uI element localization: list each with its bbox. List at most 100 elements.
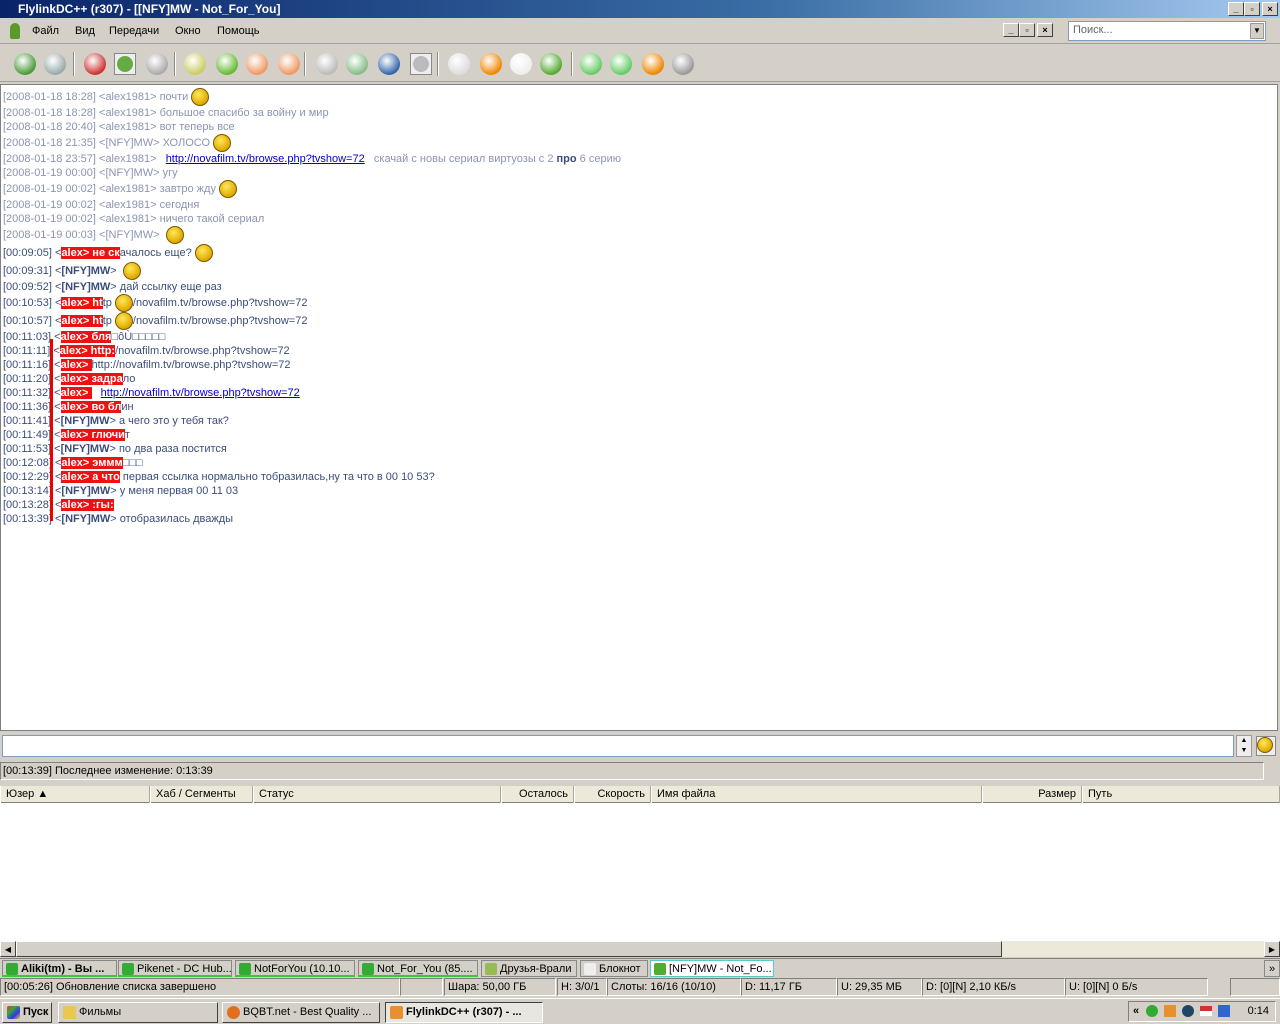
queue-icon[interactable] xyxy=(184,53,206,75)
chat-text: 6 серию xyxy=(576,153,621,165)
follow-redirect-icon[interactable] xyxy=(44,53,66,75)
sound-icon[interactable] xyxy=(672,53,694,75)
scroll-left-arrow[interactable]: ◀ xyxy=(0,941,16,957)
chat-text: [2008-01-18 20:40] <alex1981> вот теперь… xyxy=(3,121,235,133)
flylink-icon[interactable] xyxy=(642,53,664,75)
network-stats-icon[interactable] xyxy=(480,53,502,75)
limiter-80-icon[interactable] xyxy=(610,53,632,75)
chat-text: [00:09:31] < xyxy=(3,264,62,277)
column-speed[interactable]: Скорость xyxy=(574,786,651,803)
monitor-icon[interactable] xyxy=(1218,1005,1231,1018)
column-size[interactable]: Размер xyxy=(982,786,1082,803)
menu-help[interactable]: Помощь xyxy=(217,25,260,37)
search-spy-icon[interactable] xyxy=(378,53,400,75)
column-user[interactable]: Юзер ▲ xyxy=(0,786,150,803)
chat-line: [2008-01-19 00:02] <alex1981> завтро жду xyxy=(3,180,1275,198)
network-icon[interactable] xyxy=(1182,1005,1195,1018)
hub-icon xyxy=(239,963,251,975)
mdi-close-button[interactable]: × xyxy=(1037,23,1053,37)
column-filename[interactable]: Имя файла xyxy=(651,786,982,803)
tab-label: Not_For_You (85.... xyxy=(377,963,473,975)
chevron-down-icon[interactable]: ▼ xyxy=(1250,23,1264,39)
chat-line: [2008-01-18 18:28] <alex1981> большое сп… xyxy=(3,106,1275,120)
favorites-icon[interactable] xyxy=(84,53,106,75)
notepad-icon[interactable] xyxy=(410,53,432,75)
toolbar-separator xyxy=(73,52,75,76)
folder-icon xyxy=(63,1006,76,1019)
highlighted-text: alex> http: xyxy=(59,345,116,357)
input-scroll-spinner[interactable]: ▲ ▼ xyxy=(1236,735,1252,757)
column-remaining[interactable]: Осталось xyxy=(501,786,574,803)
tab-0[interactable]: Aliki(tm) - Вы ... xyxy=(2,960,117,977)
tray-expand-icon[interactable]: « xyxy=(1133,1005,1139,1017)
chat-log[interactable]: [2008-01-18 18:28] <alex1981> почти [2008… xyxy=(0,84,1278,731)
tab-6[interactable]: [NFY]MW - Not_Fo... xyxy=(650,960,774,977)
chat-line: [00:13:28] <alex> :гы: xyxy=(3,498,1275,512)
chat-text: > по два раза постится xyxy=(109,443,227,455)
chat-line: [2008-01-19 00:02] <alex1981> ничего так… xyxy=(3,212,1275,226)
file-list-icon[interactable] xyxy=(448,53,470,75)
search-icon[interactable] xyxy=(316,53,338,75)
chat-text: [2008-01-18 21:35] <[NFY]MW> ХОЛОСО xyxy=(3,136,211,149)
scroll-right-arrow[interactable]: ▶ xyxy=(1264,941,1280,957)
mdi-minimize-button[interactable]: _ xyxy=(1003,23,1019,37)
users-icon[interactable] xyxy=(114,53,136,75)
menu-file[interactable]: Файл xyxy=(32,25,59,37)
column-hub[interactable]: Хаб / Сегменты xyxy=(150,786,253,803)
utorrent-icon[interactable] xyxy=(1146,1005,1159,1018)
maximize-button[interactable]: ▫ xyxy=(1244,2,1260,16)
minimize-button[interactable]: _ xyxy=(1228,2,1244,16)
power-icon[interactable] xyxy=(580,53,602,75)
taskbar-item-browser[interactable]: BQBT.net - Best Quality ... xyxy=(222,1002,380,1023)
settings-icon[interactable] xyxy=(510,53,532,75)
transfer-list[interactable] xyxy=(0,803,1280,941)
scrollbar-thumb[interactable] xyxy=(16,941,1002,957)
user-icon xyxy=(654,963,666,975)
reconnect-icon[interactable] xyxy=(14,53,36,75)
language-flag-icon[interactable] xyxy=(1200,1006,1213,1017)
app-icon xyxy=(10,23,20,39)
finished-uploads-icon[interactable] xyxy=(278,53,300,75)
chat-line: [00:10:53] <alex> http/novafilm.tv/brows… xyxy=(3,294,1275,312)
menu-transfers[interactable]: Передачи xyxy=(109,25,159,37)
tabs-more-button[interactable]: » xyxy=(1264,960,1280,977)
message-input[interactable] xyxy=(2,735,1234,757)
chat-text: [2008-01-19 00:00] <[NFY]MW> угу xyxy=(3,167,178,179)
flylink-tray-icon[interactable] xyxy=(1164,1005,1177,1018)
mdi-restore-button[interactable]: ▫ xyxy=(1019,23,1035,37)
upload-queue-icon[interactable] xyxy=(246,53,268,75)
chat-text: т xyxy=(124,429,130,441)
chat-line: [2008-01-19 00:03] <[NFY]MW> xyxy=(3,226,1275,244)
tab-5[interactable]: Блокнот xyxy=(580,960,648,977)
column-status[interactable]: Статус xyxy=(253,786,501,803)
start-button[interactable]: Пуск xyxy=(2,1002,52,1023)
status-cell-3: H: 3/0/1 xyxy=(557,978,607,996)
taskbar-item-films[interactable]: Фильмы xyxy=(58,1002,218,1023)
clock: 0:14 xyxy=(1247,1005,1269,1017)
user-icon[interactable] xyxy=(540,53,562,75)
search-input[interactable]: Поиск... ▼ xyxy=(1068,21,1266,41)
menu-view[interactable]: Вид xyxy=(75,25,95,37)
recent-hubs-icon[interactable] xyxy=(146,53,168,75)
chat-text: http://novafilm.tv/browse.php?tvshow=72 xyxy=(91,359,291,371)
tab-1[interactable]: Pikenet - DC Hub... xyxy=(118,960,232,977)
chat-text: /novafilm.tv/browse.php?tvshow=72 xyxy=(132,314,308,327)
chat-line: [2008-01-19 00:00] <[NFY]MW> угу xyxy=(3,166,1275,180)
tab-2[interactable]: NotForYou (10.10... xyxy=(235,960,355,977)
chat-text: [2008-01-19 00:03] <[NFY]MW> xyxy=(3,228,163,241)
menu-window[interactable]: Окно xyxy=(175,25,201,37)
close-button[interactable]: × xyxy=(1262,2,1278,16)
tab-4[interactable]: Друзья-Врали xyxy=(481,960,577,977)
tab-3[interactable]: Not_For_You (85.... xyxy=(358,960,478,977)
taskbar-item-flylink[interactable]: FlylinkDC++ (r307) - ... xyxy=(385,1002,543,1023)
horizontal-scrollbar[interactable]: ◀ ▶ xyxy=(0,941,1280,957)
chat-text: [2008-01-18 23:57] <alex1981> xyxy=(3,153,166,165)
chat-text: /novafilm.tv/browse.php?tvshow=72 xyxy=(115,345,290,357)
hub-icon xyxy=(6,963,18,975)
column-path[interactable]: Путь xyxy=(1082,786,1280,803)
finished-downloads-icon[interactable] xyxy=(216,53,238,75)
chat-link[interactable]: http://novafilm.tv/browse.php?tvshow=72 xyxy=(166,153,365,165)
emoticon-button[interactable] xyxy=(1256,736,1276,756)
chat-link[interactable]: http://novafilm.tv/browse.php?tvshow=72 xyxy=(101,387,300,399)
adl-search-icon[interactable] xyxy=(346,53,368,75)
